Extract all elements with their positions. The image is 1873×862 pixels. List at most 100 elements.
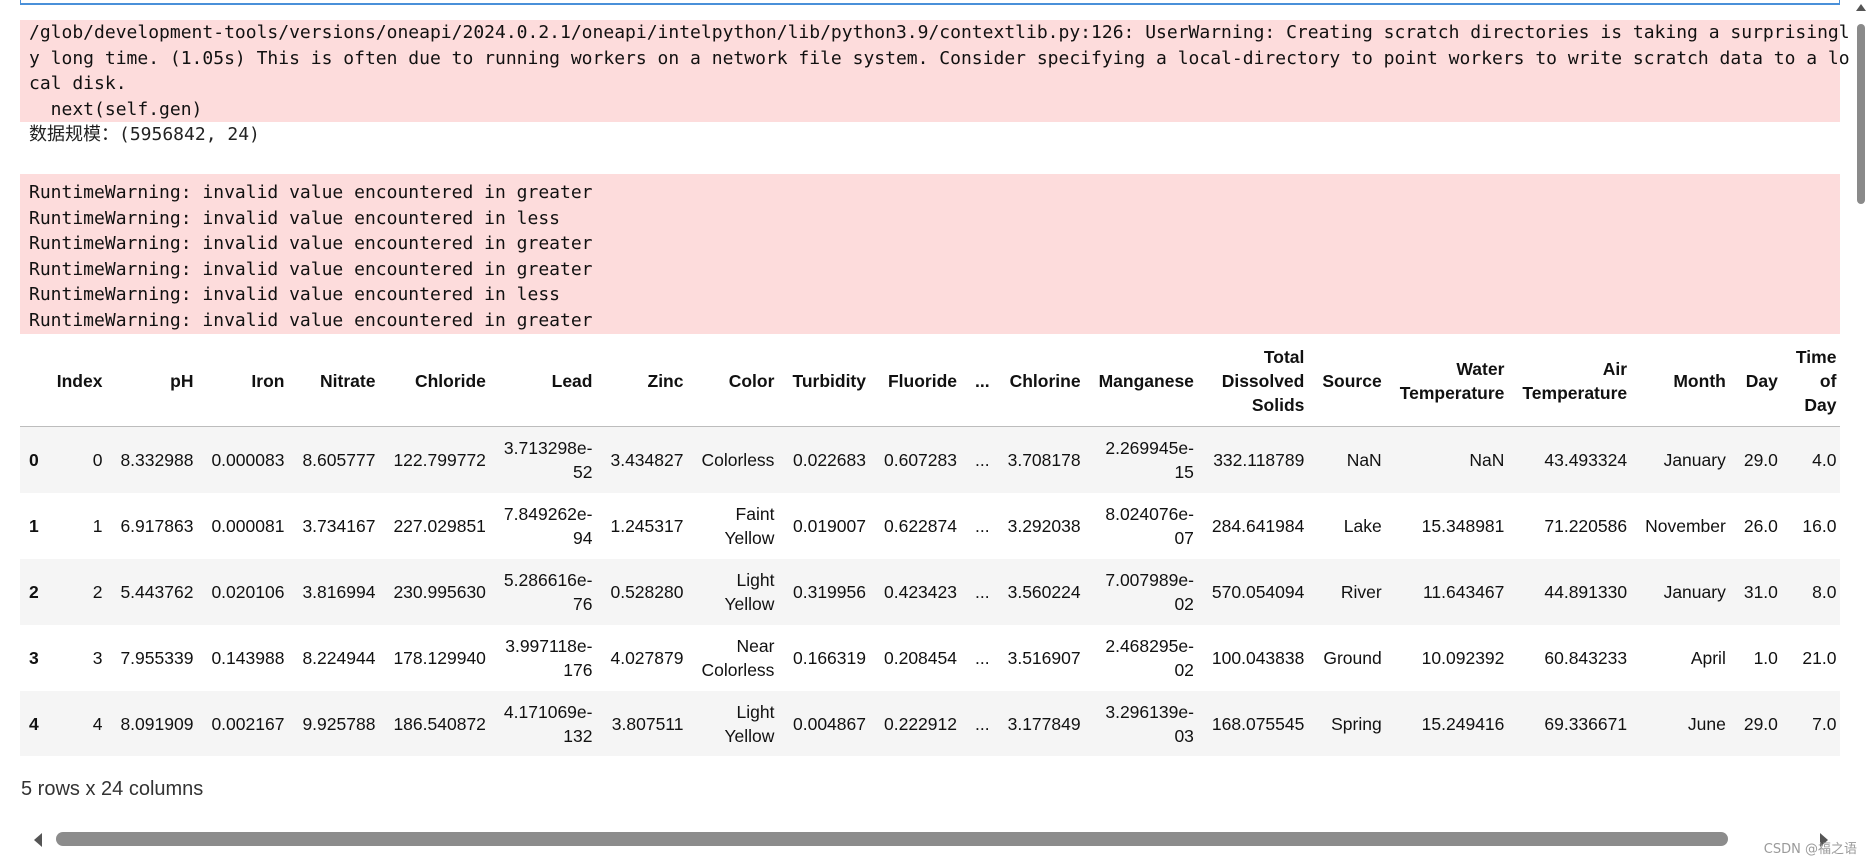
table-cell: 7.955339 [120,648,194,668]
table-cell: 0.004867 [793,714,866,734]
table-cell: 3.434827 [610,450,684,470]
table-cell: Light Yellow [724,702,775,746]
table-cell: 10.092392 [1421,648,1505,668]
table-cell: 332.118789 [1213,450,1305,470]
table-cell: 3.713298e-52 [503,438,593,482]
table-cell: 2 [92,582,103,602]
column-header: Time of Day [1786,336,1840,427]
table-cell: 4.0 [1812,450,1837,470]
stderr-line: RuntimeWarning: invalid value encountere… [29,258,593,280]
table-row: 2 2 5.443762 0.020106 3.816994 230.995630 5.28… [20,559,1840,625]
table-cell: 8.024076e-07 [1105,504,1194,548]
table-cell: 570.054094 [1211,582,1305,602]
table-cell: ... [975,582,990,602]
horizontal-scrollbar[interactable] [20,828,1840,850]
table-cell: 168.075545 [1211,714,1305,734]
table-cell: Colorless [701,450,775,470]
column-header: Month [1636,336,1735,427]
table-cell: 11.643467 [1422,582,1505,602]
stdout-output: 数据规模：(5956842, 24) [29,124,260,145]
table-cell: 43.493324 [1544,450,1628,470]
table-cell: 8.605777 [302,450,376,470]
table-cell: January [1663,582,1726,602]
table-cell: 0.208454 [884,648,957,668]
row-index-label: 2 [29,582,39,602]
stderr-line: RuntimeWarning: invalid value encountere… [29,309,593,331]
table-cell: 3.807511 [611,714,684,734]
scroll-left-arrow-icon[interactable] [34,833,42,847]
table-cell: 3.734167 [302,516,376,536]
vertical-scrollbar-thumb[interactable] [1857,24,1865,204]
column-header: Air Temperature [1513,336,1637,427]
table-cell: 0.022683 [793,450,866,470]
dataframe-table: Index pH Iron Nitrate Chloride Lead Zinc… [20,336,1840,756]
table-cell: 2.468295e-02 [1105,636,1194,680]
table-cell: 8.091909 [120,714,194,734]
row-index-label: 0 [29,450,39,470]
table-cell: 16.0 [1802,516,1837,536]
column-header: Index [47,336,112,427]
scrollbar-thumb[interactable] [56,832,1728,846]
table-cell: 3.816994 [302,582,376,602]
table-cell: 21.0 [1802,648,1837,668]
table-cell: 0.166319 [793,648,866,668]
table-cell: 3 [92,648,103,668]
table-cell: 7.0 [1812,714,1837,734]
table-cell: 60.843233 [1544,648,1628,668]
table-row: 1 1 6.917863 0.000081 3.734167 227.029851 7.84… [20,493,1840,559]
table-cell: 0.019007 [793,516,866,536]
table-cell: 3.296139e-03 [1105,702,1194,746]
table-cell: 227.029851 [393,516,486,536]
table-cell: 3.708178 [1007,450,1081,470]
stderr-line: y long time. (1.05s) This is often due t… [29,47,1850,69]
table-cell: River [1340,582,1382,602]
table-cell: 5.286616e-76 [503,570,593,614]
table-cell: 9.925788 [302,714,376,734]
table-cell: January [1663,450,1726,470]
table-header-row: Index pH Iron Nitrate Chloride Lead Zinc… [20,336,1840,427]
stderr-line: RuntimeWarning: invalid value encountere… [29,233,593,254]
scroll-up-arrow-icon[interactable] [1856,4,1866,11]
stderr-line: RuntimeWarning: invalid value encountere… [29,182,593,203]
table-cell: November [1645,516,1726,536]
table-cell: 0.000083 [211,450,285,470]
stderr-output-userwarning: /glob/development-tools/versions/oneapi/… [20,20,1850,122]
column-header: ... [966,336,999,427]
row-index-label: 3 [29,648,39,668]
row-index-label: 4 [29,714,39,734]
column-header: Manganese [1089,336,1203,427]
table-cell: 0.319956 [793,582,866,602]
table-cell: 284.641984 [1211,516,1305,536]
table-cell: Ground [1323,648,1382,668]
column-header: Nitrate [293,336,385,427]
column-header: Iron [202,336,294,427]
table-row: 3 3 7.955339 0.143988 8.224944 178.129940 3.99… [20,625,1840,691]
table-cell: 29.0 [1743,714,1778,734]
table-cell: 26.0 [1743,516,1778,536]
vertical-scrollbar[interactable] [1856,0,1867,210]
column-header: Turbidity [783,336,875,427]
table-cell: 0.020106 [211,582,285,602]
table-cell: 5.443762 [120,582,194,602]
stderr-line: next(self.gen) [29,98,203,120]
table-cell: Light Yellow [724,570,775,614]
table-cell: 7.849262e-94 [503,504,593,548]
stderr-line: RuntimeWarning: invalid value encountere… [29,284,561,305]
table-cell: 100.043838 [1211,648,1305,668]
column-header: Day [1734,336,1787,427]
watermark: CSDN @福之语 [1763,842,1857,857]
table-cell: 4 [92,714,103,734]
dataframe-output[interactable]: Index pH Iron Nitrate Chloride Lead Zinc… [20,336,1840,756]
table-cell: 7.007989e-02 [1105,570,1194,614]
table-cell: 0.002167 [211,714,285,734]
table-cell: NaN [1346,450,1382,470]
table-cell: 3.292038 [1007,516,1081,536]
table-cell: 0.528280 [610,582,684,602]
table-cell: 178.129940 [393,648,486,668]
table-cell: 0.622874 [884,516,957,536]
table-cell: April [1690,648,1726,668]
column-header: Fluoride [875,336,966,427]
table-cell: Faint Yellow [724,504,775,548]
table-cell: ... [975,516,990,536]
table-cell: 3.177849 [1007,714,1081,734]
